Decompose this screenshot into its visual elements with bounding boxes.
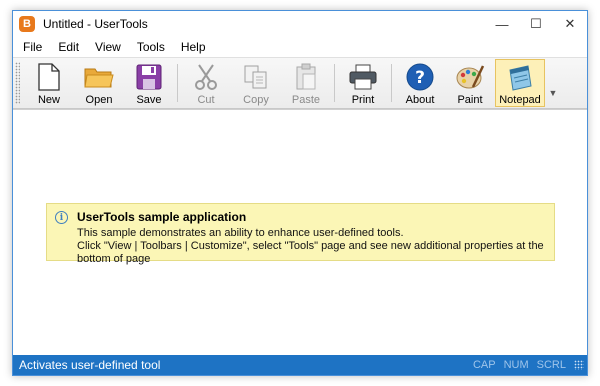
maximize-button[interactable]: ☐ bbox=[519, 11, 553, 37]
paint-label: Paint bbox=[457, 94, 483, 106]
info-title: UserTools sample application bbox=[77, 210, 247, 224]
printer-icon bbox=[348, 62, 378, 92]
main-window: B Untitled - UserTools — ☐ ✕ File Edit V… bbox=[12, 10, 588, 376]
menu-edit[interactable]: Edit bbox=[50, 37, 87, 57]
toolbar-separator bbox=[391, 64, 392, 102]
toolbar-separator bbox=[177, 64, 178, 102]
new-document-icon bbox=[34, 62, 64, 92]
copy-label: Copy bbox=[243, 94, 269, 106]
document-area[interactable]: i UserTools sample application This samp… bbox=[13, 109, 587, 355]
scissors-icon bbox=[191, 62, 221, 92]
save-button[interactable]: Save bbox=[124, 58, 174, 108]
notepad-button[interactable]: Notepad bbox=[495, 59, 545, 107]
resize-grip-icon[interactable] bbox=[574, 360, 584, 370]
toolbar-separator bbox=[334, 64, 335, 102]
info-icon: i bbox=[55, 211, 68, 224]
about-button[interactable]: ? About bbox=[395, 58, 445, 108]
info-panel: i UserTools sample application This samp… bbox=[46, 203, 555, 265]
close-button[interactable]: ✕ bbox=[553, 11, 587, 37]
standard-toolbar: New Open Save Cut Copy Paste Print ? Abo… bbox=[13, 57, 587, 109]
open-label: Open bbox=[85, 94, 113, 106]
info-description: This sample demonstrates an ability to e… bbox=[77, 227, 404, 239]
print-label: Print bbox=[351, 94, 375, 106]
window-title: Untitled - UserTools bbox=[43, 17, 148, 31]
notepad-label: Notepad bbox=[499, 94, 541, 106]
app-icon[interactable]: B bbox=[19, 16, 35, 32]
new-label: New bbox=[37, 94, 60, 106]
paste-label: Paste bbox=[291, 94, 321, 106]
open-button[interactable]: Open bbox=[74, 58, 124, 108]
notepad-icon bbox=[505, 64, 535, 92]
clipboard-icon bbox=[291, 62, 321, 92]
copy-button[interactable]: Copy bbox=[231, 58, 281, 108]
save-label: Save bbox=[136, 94, 162, 106]
copy-icon bbox=[241, 62, 271, 92]
about-label: About bbox=[405, 94, 435, 106]
floppy-disk-icon bbox=[134, 62, 164, 92]
status-bar: Activates user-defined tool CAP NUM SCRL bbox=[13, 355, 587, 375]
paint-button[interactable]: Paint bbox=[445, 58, 495, 108]
menu-view[interactable]: View bbox=[87, 37, 129, 57]
menu-help[interactable]: Help bbox=[173, 37, 214, 57]
toolbar-grip[interactable] bbox=[15, 62, 20, 104]
menu-bar: File Edit View Tools Help bbox=[13, 37, 587, 57]
menu-tools[interactable]: Tools bbox=[129, 37, 173, 57]
menu-file[interactable]: File bbox=[15, 37, 50, 57]
svg-text:?: ? bbox=[415, 68, 425, 88]
print-button[interactable]: Print bbox=[338, 58, 388, 108]
cut-button[interactable]: Cut bbox=[181, 58, 231, 108]
caps-lock-indicator: CAP bbox=[472, 359, 496, 371]
title-bar[interactable]: B Untitled - UserTools — ☐ ✕ bbox=[13, 11, 587, 37]
paint-palette-icon bbox=[455, 62, 485, 92]
new-button[interactable]: New bbox=[24, 58, 74, 108]
help-question-icon: ? bbox=[405, 62, 435, 92]
status-text: Activates user-defined tool bbox=[19, 358, 161, 372]
folder-icon bbox=[84, 62, 114, 92]
paste-button[interactable]: Paste bbox=[281, 58, 331, 108]
info-instructions: Click "View | Toolbars | Customize", sel… bbox=[77, 240, 544, 265]
scroll-lock-indicator: SCRL bbox=[536, 359, 566, 371]
minimize-button[interactable]: — bbox=[485, 11, 519, 37]
num-lock-indicator: NUM bbox=[503, 359, 529, 371]
toolbar-overflow-chevron-icon[interactable]: ▼ bbox=[545, 58, 561, 108]
cut-label: Cut bbox=[197, 94, 215, 106]
